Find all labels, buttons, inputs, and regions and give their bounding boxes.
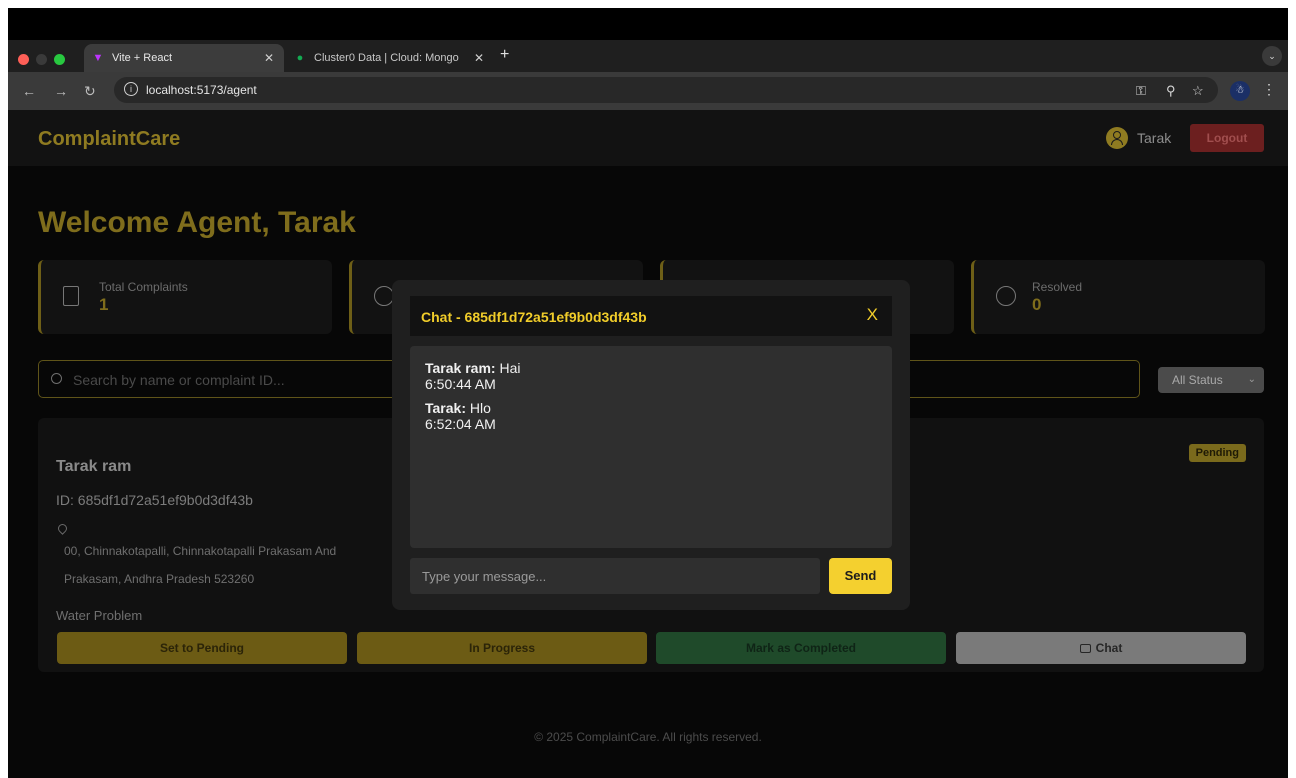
complaint-issue: Water Problem: [56, 608, 143, 623]
forward-arrow-icon[interactable]: →: [54, 83, 68, 99]
profile-avatar[interactable]: ☃: [1230, 81, 1250, 101]
message-time: 6:52:04 AM: [425, 416, 496, 432]
complaint-id: ID: 685df1d72a51ef9b0d3df43b: [56, 492, 253, 508]
complaint-address-line2: Prakasam, Andhra Pradesh 523260: [64, 572, 255, 586]
zoom-icon[interactable]: ⚲: [1166, 83, 1176, 99]
complaint-address-line1: 00, Chinnakotapalli, Chinnakotapalli Pra…: [64, 544, 337, 558]
close-icon[interactable]: X: [867, 305, 878, 325]
brand-logo-text[interactable]: ComplaintCare: [38, 128, 180, 151]
message-text: Hlo: [465, 400, 491, 416]
message-input[interactable]: [410, 558, 820, 594]
location-pin-icon: [56, 522, 69, 535]
check-circle-icon: [996, 286, 1016, 306]
in-progress-button[interactable]: In Progress: [357, 632, 647, 664]
window-titlebar: [8, 8, 1288, 40]
logout-button[interactable]: Logout: [1190, 124, 1264, 152]
chevron-down-icon: ⌄: [1247, 374, 1256, 385]
stat-card-total-complaints: Total Complaints 1: [38, 260, 332, 334]
url-text: localhost:5173/agent: [146, 83, 257, 97]
mark-completed-button[interactable]: Mark as Completed: [656, 632, 946, 664]
chat-message: Tarak ram: Hai 6:50:44 AM: [425, 360, 877, 392]
chat-bubble-icon: [1079, 644, 1091, 653]
message-time: 6:50:44 AM: [425, 376, 496, 392]
back-arrow-icon[interactable]: ←: [22, 83, 36, 99]
app-header: ComplaintCare Tarak Logout: [8, 110, 1288, 166]
search-icon: [51, 373, 62, 384]
tab-label: Cluster0 Data | Cloud: Mongo: [314, 52, 459, 64]
close-icon[interactable]: ✕: [264, 51, 274, 65]
status-badge: Pending: [1188, 444, 1246, 462]
tab-mongodb[interactable]: ● Cluster0 Data | Cloud: Mongo ✕: [286, 44, 494, 72]
address-bar: ← → ↻ i localhost:5173/agent ⚿ ⚲ ☆ ☃ ⋮: [8, 72, 1288, 110]
url-field[interactable]: i localhost:5173/agent: [114, 77, 1218, 103]
tab-vite-react[interactable]: ▼ Vite + React ✕: [84, 44, 284, 72]
stat-value: 0: [1032, 295, 1042, 314]
tab-search-chevron-icon[interactable]: ⌄: [1262, 46, 1282, 66]
page-title: Welcome Agent, Tarak: [38, 206, 356, 239]
chat-modal-title: Chat - 685df1d72a51ef9b0d3df43b: [421, 309, 647, 325]
clock-icon: [374, 286, 394, 306]
new-tab-icon[interactable]: +: [500, 46, 509, 64]
send-button[interactable]: Send: [829, 558, 892, 594]
vite-icon: ▼: [92, 52, 104, 64]
message-text: Hai: [495, 360, 521, 376]
browser-window: ▼ Vite + React ✕ ● Cluster0 Data | Cloud…: [8, 8, 1288, 778]
set-pending-button[interactable]: Set to Pending: [57, 632, 347, 664]
message-sender: Tarak:: [425, 400, 466, 416]
stat-label: Total Complaints: [99, 280, 188, 294]
status-filter-select[interactable]: All Status ⌄: [1158, 367, 1264, 393]
stat-value: 1: [99, 295, 109, 314]
tab-bar: ▼ Vite + React ✕ ● Cluster0 Data | Cloud…: [8, 40, 1288, 72]
site-info-icon[interactable]: i: [124, 82, 138, 96]
chat-messages: Tarak ram: Hai 6:50:44 AM Tarak: Hlo 6:5…: [410, 346, 892, 548]
footer-copyright: © 2025 ComplaintCare. All rights reserve…: [534, 730, 762, 744]
browser-menu-icon[interactable]: ⋮: [1262, 81, 1276, 98]
message-sender: Tarak ram:: [425, 360, 496, 376]
close-icon[interactable]: ✕: [474, 51, 484, 65]
mongodb-leaf-icon: ●: [296, 52, 304, 64]
document-icon: [63, 286, 79, 306]
complainant-name: Tarak ram: [56, 458, 132, 475]
key-icon[interactable]: ⚿: [1136, 83, 1146, 99]
status-filter-value: All Status: [1172, 373, 1223, 387]
minimize-window-button[interactable]: [36, 54, 47, 65]
chat-modal-header: Chat - 685df1d72a51ef9b0d3df43b X: [410, 296, 892, 336]
user-avatar-icon: [1106, 127, 1128, 149]
tab-label: Vite + React: [112, 52, 173, 64]
chat-modal: Chat - 685df1d72a51ef9b0d3df43b X Tarak …: [392, 280, 910, 610]
user-name: Tarak: [1137, 130, 1172, 146]
chat-message: Tarak: Hlo 6:52:04 AM: [425, 400, 877, 432]
chat-button[interactable]: Chat: [956, 632, 1246, 664]
stat-label: Resolved: [1032, 280, 1083, 294]
reload-icon[interactable]: ↻: [84, 83, 96, 100]
maximize-window-button[interactable]: [54, 54, 65, 65]
stat-card-resolved: Resolved 0: [971, 260, 1265, 334]
chat-button-label: Chat: [1095, 641, 1123, 655]
bookmark-star-icon[interactable]: ☆: [1192, 83, 1204, 99]
close-window-button[interactable]: [18, 54, 29, 65]
